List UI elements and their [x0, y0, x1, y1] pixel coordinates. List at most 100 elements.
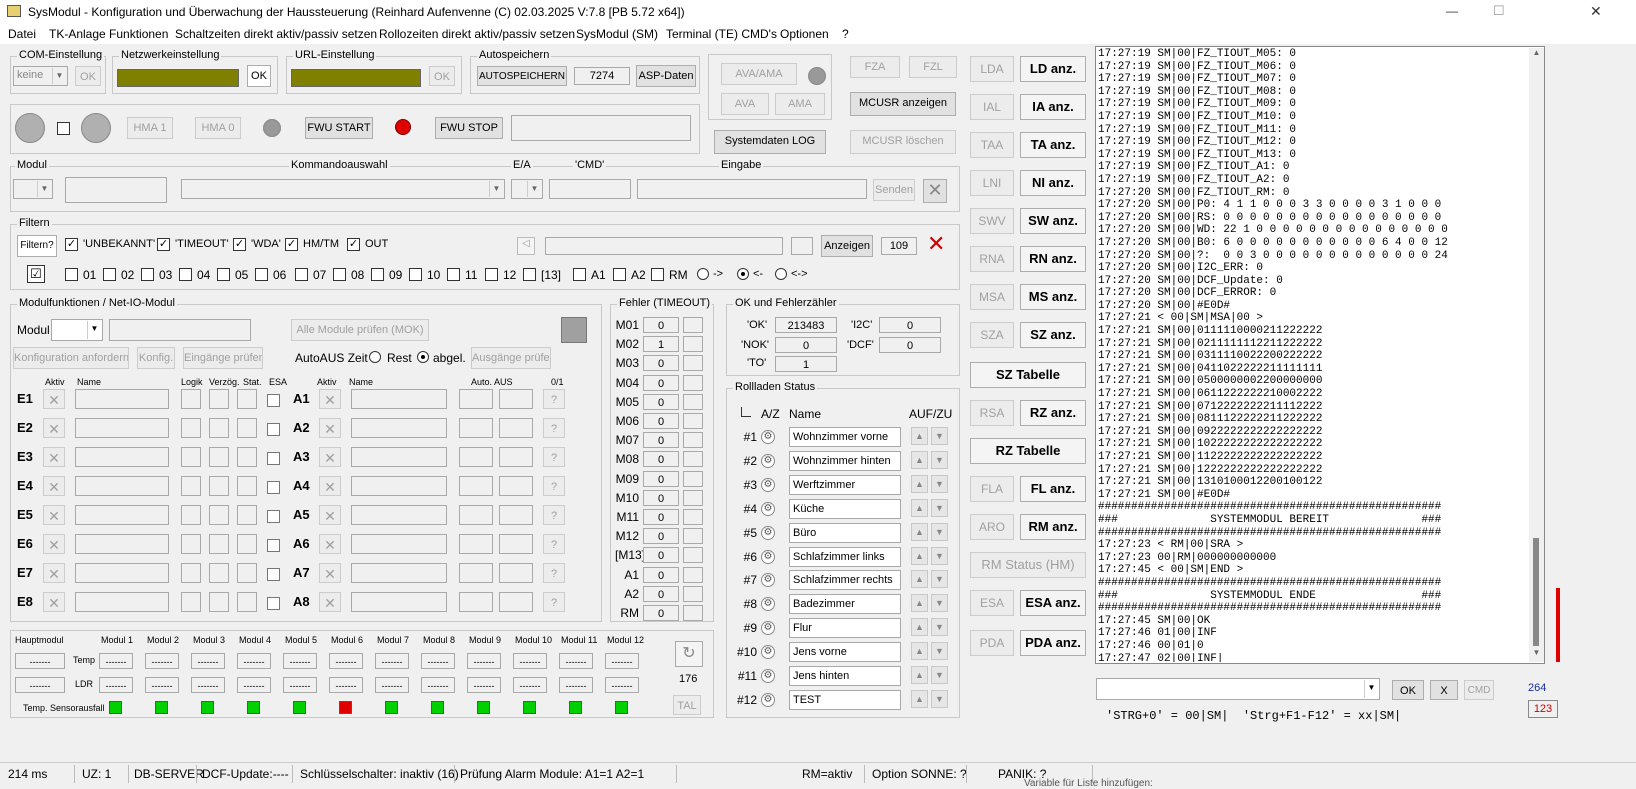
cmd-cmd-button[interactable]: CMD	[1464, 680, 1494, 700]
com-select[interactable]: keine ▼	[13, 66, 68, 86]
filter-num-checkbox[interactable]	[103, 268, 116, 281]
filter-num-checkbox[interactable]	[485, 268, 498, 281]
rest-radio[interactable]	[369, 351, 381, 363]
hma-checkbox[interactable]	[57, 122, 70, 135]
filter-num-checkbox[interactable]	[371, 268, 384, 281]
filter-num-checkbox[interactable]	[409, 268, 422, 281]
side-show-button[interactable]: FL anz.	[1020, 476, 1086, 502]
side-action-button[interactable]: RNA	[970, 246, 1014, 272]
rollladen-down-button[interactable]: ▼	[931, 689, 948, 708]
output-query-button[interactable]: ?	[543, 534, 565, 554]
input-verz-field[interactable]	[209, 476, 229, 496]
mcusr-delete-button[interactable]: MCUSR löschen	[850, 130, 956, 154]
close-icon[interactable]: ✕	[923, 179, 947, 203]
rz-tabelle-button[interactable]: RZ Tabelle	[970, 438, 1086, 464]
side-action-button[interactable]: IAL	[970, 94, 1014, 120]
input-esa-checkbox[interactable]	[267, 597, 280, 610]
input-name-field[interactable]	[75, 447, 169, 467]
hma1-button[interactable]: HMA 1	[127, 117, 173, 139]
fwu-stop-button[interactable]: FWU STOP	[435, 117, 503, 139]
syslog-button[interactable]: Systemdaten LOG	[714, 130, 826, 154]
rollladen-up-button[interactable]: ▲	[911, 498, 928, 517]
rollladen-down-button[interactable]: ▼	[931, 570, 948, 589]
close-window-button[interactable]: ✕	[1590, 3, 1602, 20]
tal-button[interactable]: TAL	[673, 695, 701, 715]
alle-module-pruefen-button[interactable]: Alle Module prüfen (MOK)	[291, 319, 429, 341]
input-toggle-button[interactable]: ✕	[43, 476, 65, 496]
side-action-button[interactable]: ESA	[970, 590, 1014, 616]
rollladen-gear-icon[interactable]: ⚙	[761, 669, 775, 683]
input-esa-checkbox[interactable]	[267, 481, 280, 494]
senden-button[interactable]: Senden	[873, 179, 915, 201]
output-name-field[interactable]	[351, 592, 447, 612]
filter-num-checkbox[interactable]	[255, 268, 268, 281]
autosave-button[interactable]: AUTOSPEICHERN	[477, 66, 567, 86]
eingabe-field[interactable]	[637, 179, 867, 199]
output-auto-field[interactable]	[459, 418, 493, 438]
menu-help[interactable]: ?	[842, 27, 849, 41]
side-action-button[interactable]: MSA	[970, 284, 1014, 310]
fzl-button[interactable]: FZL	[909, 56, 957, 78]
rollladen-gear-icon[interactable]: ⚙	[761, 453, 775, 468]
side-show-button[interactable]: MS anz.	[1020, 284, 1086, 310]
input-name-field[interactable]	[75, 418, 169, 438]
filter-num-checkbox[interactable]	[333, 268, 346, 281]
menu-rollozeiten[interactable]: Rollozeiten direkt aktiv/passiv setzen	[379, 27, 575, 41]
output-name-field[interactable]	[351, 476, 447, 496]
input-toggle-button[interactable]: ✕	[43, 447, 65, 467]
kommando-select[interactable]: ▼	[181, 179, 505, 199]
log-output[interactable]: 17:27:19 SM|00|FZ_TIOUT_M05: 0 17:27:19 S…	[1097, 48, 1527, 662]
filter-num-checkbox[interactable]	[573, 268, 586, 281]
mcusr-show-button[interactable]: MCUSR anzeigen	[850, 92, 956, 116]
dir-in-radio[interactable]	[737, 268, 749, 280]
filter-num-checkbox[interactable]	[217, 268, 230, 281]
output-name-field[interactable]	[351, 418, 447, 438]
rollladen-gear-icon[interactable]: ⚙	[761, 525, 775, 540]
rollladen-gear-icon[interactable]: ⚙	[761, 621, 775, 636]
ama-button[interactable]: AMA	[775, 93, 825, 115]
filter-hmtm-checkbox[interactable]: ✓	[285, 238, 298, 251]
filter-close-icon[interactable]: ✕	[927, 233, 945, 255]
filter-timeout-checkbox[interactable]: ✓	[157, 238, 170, 251]
rollladen-gear-icon[interactable]: ⚙	[761, 477, 775, 492]
input-toggle-button[interactable]: ✕	[43, 418, 65, 438]
input-esa-checkbox[interactable]	[267, 394, 280, 407]
output-name-field[interactable]	[351, 447, 447, 467]
rollladen-gear-icon[interactable]: ⚙	[761, 573, 775, 588]
scroll-thumb[interactable]	[1533, 538, 1539, 646]
input-toggle-button[interactable]: ✕	[43, 389, 65, 409]
output-query-button[interactable]: ?	[543, 563, 565, 583]
cmd-x-button[interactable]: X	[1430, 680, 1458, 700]
output-auto-field[interactable]	[459, 447, 493, 467]
input-name-field[interactable]	[75, 563, 169, 583]
filter-num-checkbox[interactable]	[613, 268, 626, 281]
output-query-button[interactable]: ?	[543, 389, 565, 409]
rollladen-name-field[interactable]: Schlafzimmer rechts	[789, 570, 901, 591]
output-toggle-button[interactable]: ✕	[319, 592, 341, 612]
output-auto-field[interactable]	[459, 505, 493, 525]
output-toggle-button[interactable]: ✕	[319, 447, 341, 467]
output-toggle-button[interactable]: ✕	[319, 534, 341, 554]
output-query-button[interactable]: ?	[543, 476, 565, 496]
side-show-button[interactable]: IA anz.	[1020, 94, 1086, 120]
anzeigen-button[interactable]: Anzeigen	[821, 235, 873, 257]
rollladen-up-button[interactable]: ▲	[911, 522, 928, 541]
net-ok-button[interactable]: OK	[247, 65, 271, 87]
input-name-field[interactable]	[75, 476, 169, 496]
input-toggle-button[interactable]: ✕	[43, 592, 65, 612]
input-logik-field[interactable]	[181, 389, 201, 409]
side-action-button[interactable]: LNI	[970, 170, 1014, 196]
rollladen-down-button[interactable]: ▼	[931, 666, 948, 684]
input-name-field[interactable]	[75, 505, 169, 525]
input-verz-field[interactable]	[209, 534, 229, 554]
rollladen-name-field[interactable]: Wohnzimmer hinten	[789, 450, 901, 471]
rollladen-name-field[interactable]: Schlafzimmer links	[789, 546, 901, 567]
filter-all-checkbox[interactable]: ☑	[27, 265, 45, 283]
konfiguration-anfordern-button[interactable]: Konfiguration anfordern	[13, 347, 129, 369]
abgel-radio[interactable]	[417, 351, 429, 363]
asp-data-button[interactable]: ASP-Daten	[636, 65, 696, 87]
rollladen-gear-icon[interactable]: ⚙	[761, 692, 775, 707]
scroll-up-icon[interactable]: ▲	[1529, 48, 1544, 62]
menu-datei[interactable]: Datei	[8, 27, 36, 41]
rollladen-name-field[interactable]: Büro	[789, 522, 901, 543]
